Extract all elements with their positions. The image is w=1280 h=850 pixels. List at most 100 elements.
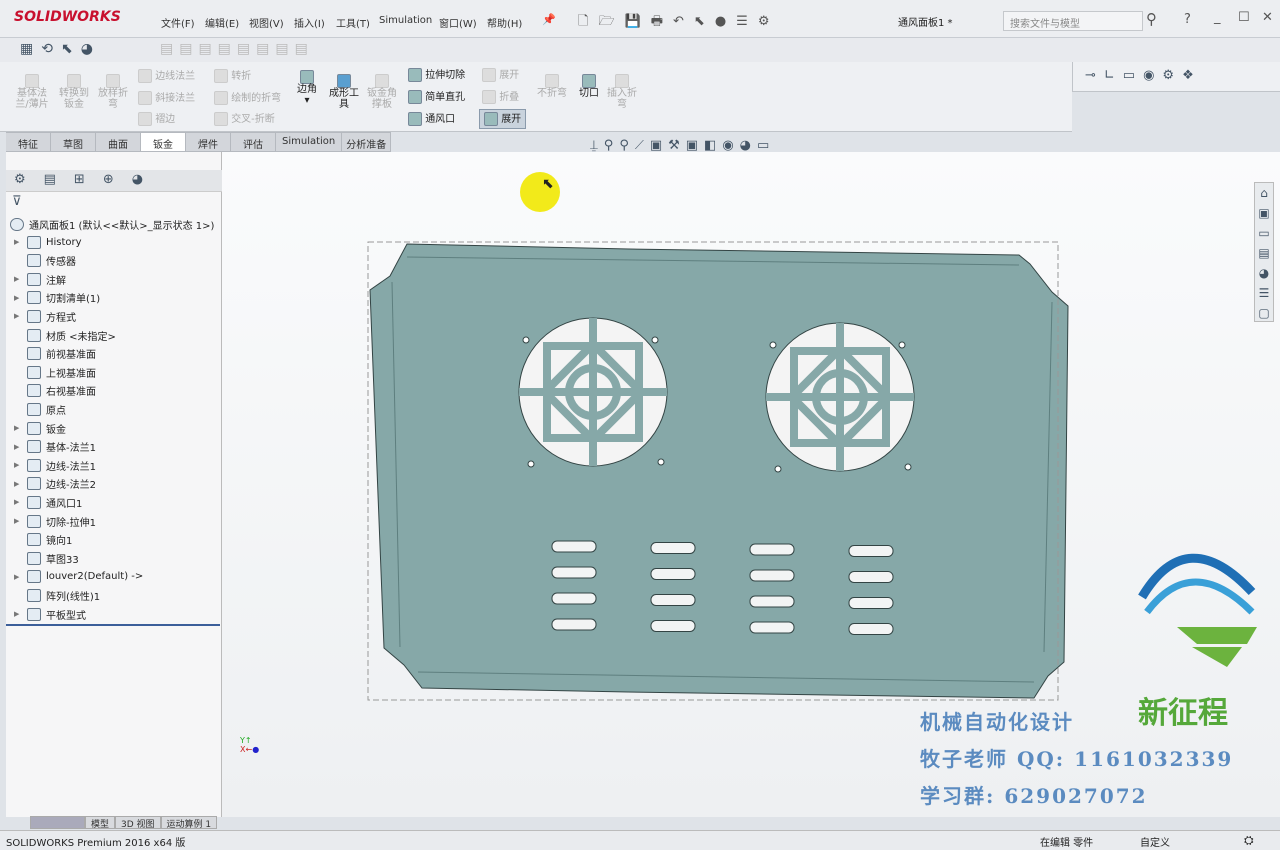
tab-evaluate[interactable]: 评估 (231, 132, 276, 152)
base-flange-button[interactable]: 基体法兰/薄片 (14, 74, 50, 110)
minimize-button[interactable]: _ (1214, 10, 1221, 25)
search-icon[interactable]: ⚲ (1146, 10, 1157, 28)
tree-item[interactable]: ▶ 平板型式 (14, 605, 86, 623)
menu-help[interactable]: 帮助(H) (487, 15, 522, 30)
vent-button[interactable]: 通风口 (408, 112, 455, 126)
tab-motion-study[interactable]: 运动算例 1 (160, 816, 218, 830)
tree-item[interactable]: ▶ 通风口1 (14, 493, 82, 511)
tree-item[interactable]: 右视基准面 (14, 382, 96, 400)
tree-item[interactable]: 镜向1 (14, 531, 72, 549)
simple-hole-button[interactable]: 简单直孔 (408, 90, 465, 104)
tree-item[interactable]: 传感器 (14, 252, 76, 270)
tree-item[interactable]: ▶ 边线-法兰1 (14, 456, 96, 474)
tab-simulation[interactable]: Simulation (276, 132, 343, 152)
tab-surfaces[interactable]: 曲面 (96, 132, 141, 152)
louver (749, 569, 795, 582)
tree-item[interactable]: ▶ 注解 (14, 270, 66, 288)
view-options-bar[interactable]: ⊸∟▭◉⚙❖ (1072, 62, 1280, 92)
document-title: 通风面板1 * (898, 18, 953, 29)
expand-arrow-icon[interactable]: ▶ (14, 275, 22, 283)
menu-insert[interactable]: 插入(I) (294, 15, 325, 30)
expand-arrow-icon[interactable]: ▶ (14, 573, 22, 581)
tree-item[interactable]: ▶ 方程式 (14, 307, 76, 325)
expand-arrow-icon[interactable]: ▶ (14, 294, 22, 302)
tree-item-label: 边线-法兰1 (46, 461, 96, 473)
flatten-button[interactable]: 展开 (479, 109, 527, 129)
view-icons[interactable]: ⊸∟▭◉⚙❖ (1085, 68, 1202, 83)
tab-3d-view[interactable]: 3D 视图 (115, 816, 161, 830)
hem-button[interactable]: 褶边 (138, 112, 175, 126)
pin-icon[interactable]: 📌 (542, 13, 556, 26)
help-icon[interactable]: ? (1184, 12, 1191, 27)
cross-break-button[interactable]: 交叉-折断 (214, 112, 275, 126)
lofted-bend-button[interactable]: 放样折弯 (96, 74, 130, 110)
sketched-bend-button[interactable]: 绘制的折弯 (214, 91, 281, 105)
tree-item[interactable]: 上视基准面 (14, 363, 96, 381)
rollback-bar[interactable] (6, 624, 220, 626)
tree-item[interactable]: 草图33 (14, 549, 79, 567)
tab-model[interactable]: 模型 (85, 816, 116, 830)
expand-arrow-icon[interactable]: ▶ (14, 424, 22, 432)
tab-features[interactable]: 特征 (6, 132, 51, 152)
menu-simulation[interactable]: Simulation (379, 15, 432, 26)
unfold-button[interactable]: 展开 (482, 68, 519, 82)
quick-access-toolbar[interactable]: 🗋🗁💾🖶↶⬉●☰⚙ (578, 12, 779, 34)
expand-arrow-icon[interactable]: ▶ (14, 517, 22, 525)
task-pane-tabs[interactable]: ⌂ ▣ ▭ ▤ ◕ ☰ ▢ (1254, 182, 1274, 322)
expand-arrow-icon[interactable]: ▶ (14, 312, 22, 320)
expand-arrow-icon[interactable]: ▶ (14, 461, 22, 469)
expand-arrow-icon[interactable]: ▶ (14, 498, 22, 506)
tree-item[interactable]: ▶ 边线-法兰2 (14, 475, 96, 493)
menu-view[interactable]: 视图(V) (249, 15, 284, 30)
tree-item[interactable]: ▶ louver2(Default) -> (14, 568, 143, 586)
maximize-button[interactable]: ☐ (1238, 10, 1250, 25)
close-button[interactable]: ✕ (1262, 10, 1273, 25)
units-custom[interactable]: 自定义 (1140, 834, 1170, 849)
filter-icon[interactable]: ⊽ (12, 194, 22, 209)
tree-item[interactable]: ▶ 切除-拉伸1 (14, 512, 96, 530)
graphics-area[interactable]: ⍊⚲⚲⟋▣⚒▣◧◉◕▭ ⬉ Y↑ X←● ⌂ ▣ ▭ ▤ ◕ ☰ ▢ 机械自动化设计 牧子老师… (222, 138, 1280, 817)
tree-item[interactable]: ▶ 钣金 (14, 419, 66, 437)
tree-item[interactable]: 前视基准面 (14, 345, 96, 363)
tab-sketch[interactable]: 草图 (51, 132, 96, 152)
corners-button[interactable]: 边角 ▾ (294, 70, 320, 106)
tree-item[interactable]: 原点 (14, 400, 66, 418)
tree-item[interactable]: ▶ 基体-法兰1 (14, 438, 96, 456)
expand-arrow-icon[interactable]: ▶ (14, 610, 22, 618)
insert-bends-button[interactable]: 插入折弯 (606, 74, 638, 110)
tab-analysis-prep[interactable]: 分析准备 (342, 132, 392, 152)
tree-root[interactable]: 通风面板1 (默认<<默认>_显示状态 1>) (10, 215, 214, 233)
panel-tab-icons[interactable]: ⚙▤⊞⊕◕ (6, 170, 222, 192)
rip-button[interactable]: 切口 (576, 74, 602, 99)
menu-window[interactable]: 窗口(W) (439, 15, 477, 30)
sheet-metal-part[interactable] (222, 152, 1280, 817)
rebuild-icon[interactable]: ⛭ (1244, 833, 1254, 848)
tab-sheet-metal[interactable]: 钣金 (141, 132, 186, 152)
expand-arrow-icon[interactable]: ▶ (14, 238, 22, 246)
menu-file[interactable]: 文件(F) (161, 15, 195, 30)
jog-button[interactable]: 转折 (214, 69, 251, 83)
expand-arrow-icon[interactable]: ▶ (14, 480, 22, 488)
louver (848, 623, 894, 635)
heads-up-view-toolbar[interactable]: ⍊⚲⚲⟋▣⚒▣◧◉◕▭ (590, 138, 775, 153)
tree-item[interactable]: ▶ History (14, 233, 82, 251)
tree-item[interactable]: ▶ 切割清单(1) (14, 289, 100, 307)
feature-icon (27, 570, 41, 584)
extruded-cut-button[interactable]: 拉伸切除 (408, 68, 465, 82)
tab-weldments[interactable]: 焊件 (186, 132, 231, 152)
menu-tools[interactable]: 工具(T) (336, 15, 370, 30)
gusset-button[interactable]: 钣金角撑板 (366, 74, 398, 110)
miter-flange-button[interactable]: 斜接法兰 (138, 91, 195, 105)
tab-scroll[interactable] (30, 816, 85, 829)
fold-button[interactable]: 折叠 (482, 90, 519, 104)
tree-item[interactable]: 阵列(线性)1 (14, 586, 100, 604)
expand-arrow-icon[interactable]: ▶ (14, 443, 22, 451)
tree-item[interactable]: 材质 <未指定> (14, 326, 116, 344)
no-bends-button[interactable]: 不折弯 (536, 74, 568, 99)
edge-flange-button[interactable]: 边线法兰 (138, 69, 195, 83)
search-input[interactable]: 搜索文件与模型 (1003, 11, 1143, 31)
convert-to-sheet-metal-button[interactable]: 转换到钣金 (56, 74, 92, 110)
forming-tool-button[interactable]: 成形工具 (326, 74, 362, 110)
command-icons[interactable]: ▦⟲⬉◕ (20, 41, 101, 57)
menu-edit[interactable]: 编辑(E) (205, 15, 239, 30)
